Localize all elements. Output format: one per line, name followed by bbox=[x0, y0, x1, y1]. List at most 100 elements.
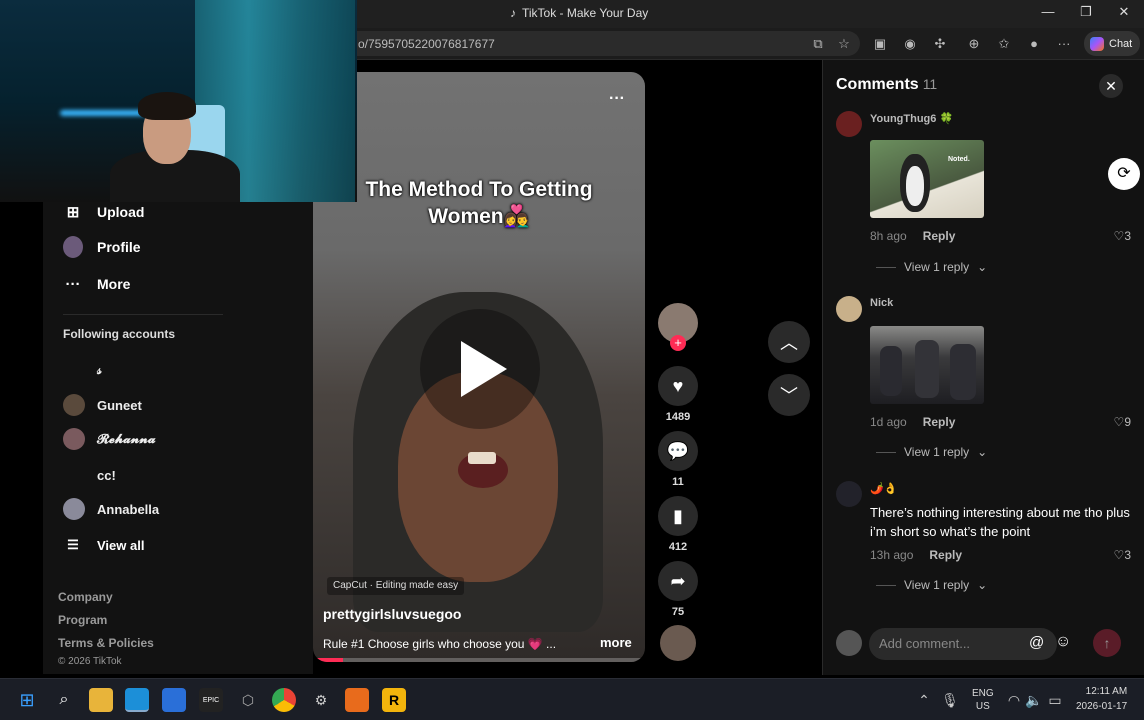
footer-link-terms[interactable]: Terms & Policies bbox=[58, 636, 154, 650]
search-icon[interactable]: ⌕ bbox=[52, 688, 76, 712]
like-button[interactable]: ♥ 1489 bbox=[657, 366, 699, 423]
minimize-button[interactable]: — bbox=[1038, 4, 1058, 19]
view-replies-button[interactable]: View 1 reply ⌄ bbox=[876, 578, 987, 592]
comment-like-button[interactable]: ♡9 bbox=[1114, 415, 1131, 429]
creator-avatar[interactable]: + bbox=[657, 303, 699, 351]
send-comment-button[interactable]: ↑ bbox=[1093, 629, 1121, 657]
close-window-button[interactable]: ✕ bbox=[1114, 4, 1134, 20]
video-progress-bar[interactable] bbox=[313, 658, 645, 662]
video-author[interactable]: prettygirlsluvsuegoo bbox=[323, 606, 461, 622]
rockstar-icon[interactable]: R bbox=[382, 688, 406, 712]
following-item[interactable]: 𝓈 bbox=[63, 359, 102, 381]
following-item[interactable]: cc! bbox=[63, 464, 116, 486]
reply-button[interactable]: Reply bbox=[923, 229, 956, 243]
play-button[interactable] bbox=[420, 309, 540, 429]
following-item[interactable]: Annabella bbox=[63, 498, 159, 520]
list-icon: ☰ bbox=[67, 537, 79, 552]
comment-meta: 13h ago Reply bbox=[870, 548, 963, 562]
comment-like-button[interactable]: ♡3 bbox=[1114, 229, 1131, 243]
profile-avatar-icon[interactable]: ● bbox=[1024, 34, 1044, 54]
footer-link-company[interactable]: Company bbox=[58, 590, 113, 604]
comment-username[interactable]: YoungThug6 🍀 bbox=[870, 112, 953, 125]
previous-video-button[interactable]: ︿ bbox=[768, 321, 810, 363]
comment-button[interactable]: 💬 11 bbox=[657, 431, 699, 488]
video-player[interactable]: ··· The Method To Getting Women👩‍❤️‍👨 Cap… bbox=[313, 72, 645, 662]
reply-button[interactable]: Reply bbox=[923, 415, 956, 429]
app-icon[interactable] bbox=[162, 688, 186, 712]
penguin-belly bbox=[906, 166, 924, 206]
close-comments-button[interactable]: ✕ bbox=[1099, 74, 1123, 98]
chevron-up-icon: ︿ bbox=[780, 333, 798, 353]
divider bbox=[876, 451, 896, 453]
mention-icon[interactable]: @ bbox=[1029, 634, 1044, 651]
avatar[interactable] bbox=[836, 296, 862, 322]
edge-browser-icon[interactable] bbox=[125, 688, 149, 712]
share-arrow-icon: ➦ bbox=[658, 561, 698, 601]
battery-icon[interactable]: ▭ bbox=[1043, 688, 1067, 712]
chevron-down-icon: ⌄ bbox=[977, 578, 988, 592]
menu-ellipsis-icon[interactable]: ··· bbox=[1054, 34, 1074, 54]
favorites-icon[interactable]: ✩ bbox=[994, 34, 1014, 54]
divider bbox=[876, 584, 896, 586]
extension-icon[interactable]: ▣ bbox=[870, 34, 890, 54]
copyright: © 2026 TikTok bbox=[58, 656, 122, 667]
next-video-button[interactable]: ﹀ bbox=[768, 374, 810, 416]
floating-action-icon[interactable]: ⟳ bbox=[1108, 158, 1140, 190]
nav-profile[interactable]: Profile bbox=[63, 236, 141, 258]
avatar bbox=[63, 428, 85, 450]
follow-plus-icon[interactable]: + bbox=[670, 335, 686, 351]
copilot-chat-button[interactable]: Chat bbox=[1084, 31, 1140, 56]
emoji-icon[interactable]: ☺ bbox=[1055, 633, 1071, 651]
following-item[interactable]: 𝓡𝓮𝓱𝓪𝓷𝓷𝓪 bbox=[63, 428, 156, 450]
comment-username[interactable]: 🌶️👌 bbox=[870, 482, 897, 495]
windows-taskbar: ⊞ ⌕ EPIC ⬡ ⚙ R ⌃ 🎙 ENG US ◠ 🔈 ▭ 12:11 AM 2… bbox=[0, 678, 1144, 720]
my-avatar bbox=[836, 630, 862, 656]
video-options-icon[interactable]: ··· bbox=[609, 90, 625, 108]
heart-outline-icon: ♡ bbox=[1113, 229, 1125, 243]
footer-link-program[interactable]: Program bbox=[58, 613, 107, 627]
more-description-button[interactable]: more bbox=[600, 635, 632, 650]
view-replies-button[interactable]: View 1 reply ⌄ bbox=[876, 260, 987, 274]
save-button[interactable]: ▮ 412 bbox=[657, 496, 699, 553]
ellipsis-icon: ··· bbox=[65, 275, 81, 293]
music-disc[interactable] bbox=[657, 625, 699, 661]
video-description: Rule #1 Choose girls who choose you 💗 ..… bbox=[323, 637, 557, 651]
address-bar[interactable]: o/7595705220076817677 bbox=[340, 31, 860, 56]
like-count: 1489 bbox=[665, 411, 691, 423]
view-replies-button[interactable]: View 1 reply ⌄ bbox=[876, 445, 987, 459]
puzzle-extensions-icon[interactable]: ✣ bbox=[930, 34, 950, 54]
avatar[interactable] bbox=[836, 481, 862, 507]
favorite-star-icon[interactable]: ☆ bbox=[834, 34, 854, 54]
app-icon[interactable] bbox=[345, 688, 369, 712]
tray-chevron-up-icon[interactable]: ⌃ bbox=[912, 688, 936, 712]
tiktok-logo-icon: ♪ bbox=[510, 6, 516, 20]
windows-start-icon[interactable]: ⊞ bbox=[15, 688, 39, 712]
comment-image[interactable]: Noted. bbox=[870, 140, 984, 218]
unity-icon[interactable]: ⬡ bbox=[236, 688, 260, 712]
comments-panel: Comments 11 ✕ ⟳ YoungThug6 🍀 Noted. 8h ag… bbox=[822, 60, 1144, 675]
share-button[interactable]: ➦ 75 bbox=[657, 561, 699, 618]
avatar bbox=[63, 359, 85, 381]
comment-image[interactable] bbox=[870, 326, 984, 404]
file-explorer-icon[interactable] bbox=[89, 688, 113, 712]
app-icon[interactable]: ⚙ bbox=[309, 688, 333, 712]
split-screen-icon[interactable]: ⊕ bbox=[964, 34, 984, 54]
avatar[interactable] bbox=[836, 111, 862, 137]
vpn-icon[interactable]: ◉ bbox=[900, 34, 920, 54]
reply-button[interactable]: Reply bbox=[929, 548, 962, 562]
language-indicator[interactable]: ENG US bbox=[972, 687, 994, 713]
epic-games-icon[interactable]: EPIC bbox=[199, 688, 223, 712]
following-item[interactable]: Guneet bbox=[63, 394, 142, 416]
system-clock[interactable]: 12:11 AM 2026-01-17 bbox=[1076, 684, 1127, 714]
view-all-link[interactable]: ☰ View all bbox=[63, 535, 144, 555]
maximize-button[interactable]: ❐ bbox=[1076, 4, 1096, 20]
comment-like-button[interactable]: ♡3 bbox=[1114, 548, 1131, 562]
microphone-icon[interactable]: 🎙 bbox=[938, 688, 962, 712]
window-title: ♪ TikTok - Make Your Day bbox=[510, 6, 649, 20]
nav-more[interactable]: ··· More bbox=[63, 274, 131, 294]
comment-bubble-icon: 💬 bbox=[658, 431, 698, 471]
open-in-app-icon[interactable]: ⧉ bbox=[808, 34, 828, 54]
chrome-icon[interactable] bbox=[272, 688, 296, 712]
nav-upload[interactable]: ⊞ Upload bbox=[63, 202, 145, 222]
comment-username[interactable]: Nick bbox=[870, 297, 893, 309]
